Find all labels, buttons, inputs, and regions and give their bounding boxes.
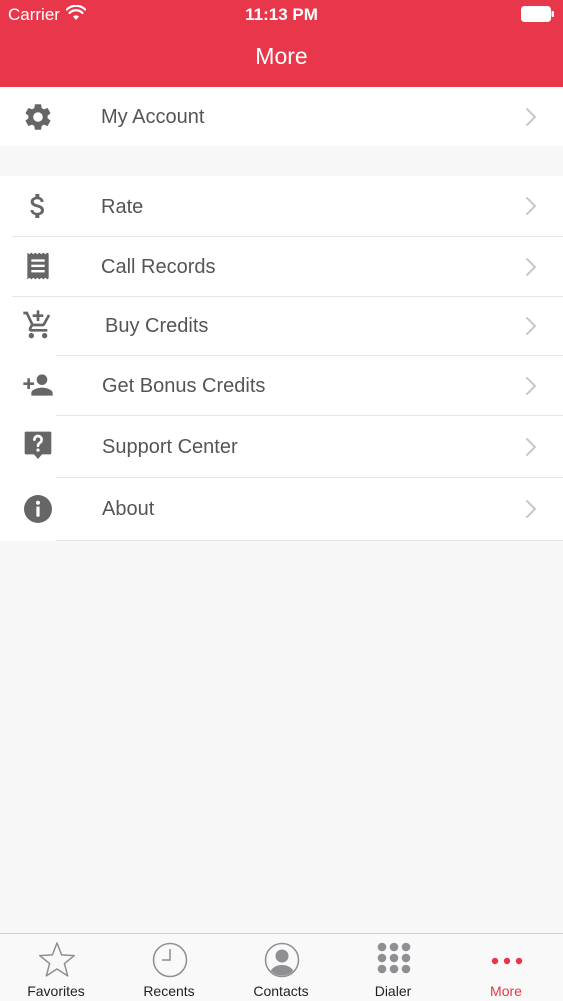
chevron-right-icon bbox=[526, 258, 536, 276]
menu-item-label: Support Center bbox=[102, 436, 238, 458]
menu-item-call-records[interactable]: Call Records bbox=[0, 237, 563, 296]
menu-item-label: About bbox=[102, 498, 155, 520]
chevron-right-icon bbox=[526, 438, 536, 456]
clock-icon bbox=[152, 942, 188, 978]
dollar-icon bbox=[30, 194, 44, 218]
help-bubble-icon bbox=[24, 431, 52, 459]
chevron-right-icon bbox=[526, 197, 536, 215]
menu-item-my-account[interactable]: My Account bbox=[0, 87, 563, 146]
row-divider bbox=[56, 540, 563, 541]
chevron-right-icon bbox=[526, 108, 536, 126]
tab-label: More bbox=[490, 983, 522, 999]
menu-item-label: Buy Credits bbox=[105, 315, 209, 337]
status-bar: Carrier 11:13 PM bbox=[0, 0, 563, 30]
star-icon bbox=[38, 942, 76, 977]
tab-label: Dialer bbox=[374, 983, 412, 999]
person-add-icon bbox=[23, 374, 53, 396]
tab-contacts[interactable]: Contacts bbox=[225, 934, 337, 1001]
tab-dialer[interactable]: Dialer bbox=[337, 934, 449, 1001]
menu-item-label: Call Records bbox=[101, 256, 216, 278]
gear-icon bbox=[25, 104, 51, 130]
tab-more[interactable]: More bbox=[450, 934, 562, 1001]
battery-icon bbox=[521, 6, 554, 22]
clock-time: 11:13 PM bbox=[245, 5, 318, 24]
receipt-icon bbox=[27, 252, 49, 280]
menu-item-get-bonus-credits[interactable]: Get Bonus Credits bbox=[0, 356, 563, 415]
menu-item-about[interactable]: About bbox=[0, 478, 563, 540]
account-section: My Account bbox=[0, 87, 563, 146]
tab-label: Favorites bbox=[27, 983, 85, 999]
menu-item-label: My Account bbox=[101, 106, 205, 128]
chevron-right-icon bbox=[526, 377, 536, 395]
menu-item-support-center[interactable]: Support Center bbox=[0, 416, 563, 477]
tab-favorites[interactable]: Favorites bbox=[0, 934, 112, 1001]
chevron-right-icon bbox=[526, 317, 536, 335]
page-title: More bbox=[255, 43, 308, 69]
contact-icon bbox=[264, 942, 300, 978]
nav-header: Carrier 11:13 PM More bbox=[0, 0, 563, 87]
more-dots-icon bbox=[491, 957, 523, 965]
info-icon bbox=[24, 495, 52, 523]
cart-plus-icon bbox=[23, 310, 51, 339]
chevron-right-icon bbox=[526, 500, 536, 518]
tab-label: Contacts bbox=[253, 983, 309, 999]
menu-item-label: Rate bbox=[101, 196, 144, 218]
keypad-icon bbox=[377, 942, 411, 974]
menu-item-rate[interactable]: Rate bbox=[0, 176, 563, 236]
tab-bar: Favorites Recents Contacts Dialer More bbox=[0, 933, 563, 1001]
menu-item-label: Get Bonus Credits bbox=[102, 375, 266, 397]
tab-recents[interactable]: Recents bbox=[113, 934, 225, 1001]
menu-item-buy-credits[interactable]: Buy Credits bbox=[0, 297, 563, 355]
tab-label: Recents bbox=[143, 983, 195, 999]
menu-list: Rate Call Records Buy Credits Get Bonus … bbox=[0, 176, 563, 541]
